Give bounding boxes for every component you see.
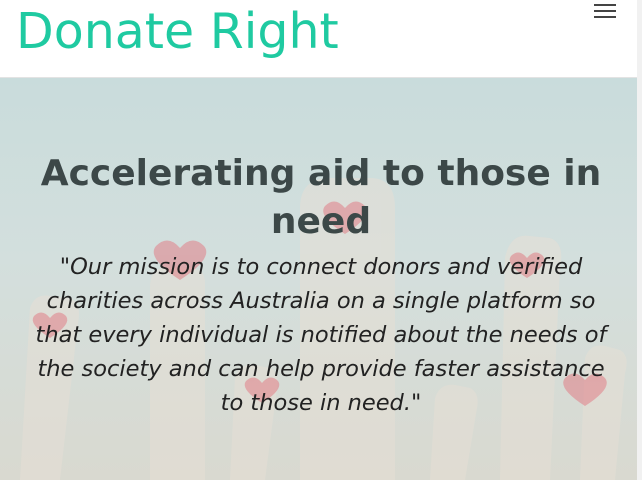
navbar: Donate Right (0, 0, 642, 78)
menu-bar (594, 10, 616, 12)
menu-bar (594, 4, 616, 6)
scrollbar[interactable] (637, 0, 642, 480)
hero-section: Accelerating aid to those in need "Our m… (0, 78, 637, 480)
menu-bar (594, 16, 616, 18)
hamburger-menu-icon[interactable] (590, 1, 622, 21)
brand-logo[interactable]: Donate Right (16, 2, 339, 62)
hero-headline: Accelerating aid to those in need (40, 153, 602, 242)
mission-statement: "Our mission is to connect donors and ve… (35, 254, 607, 416)
